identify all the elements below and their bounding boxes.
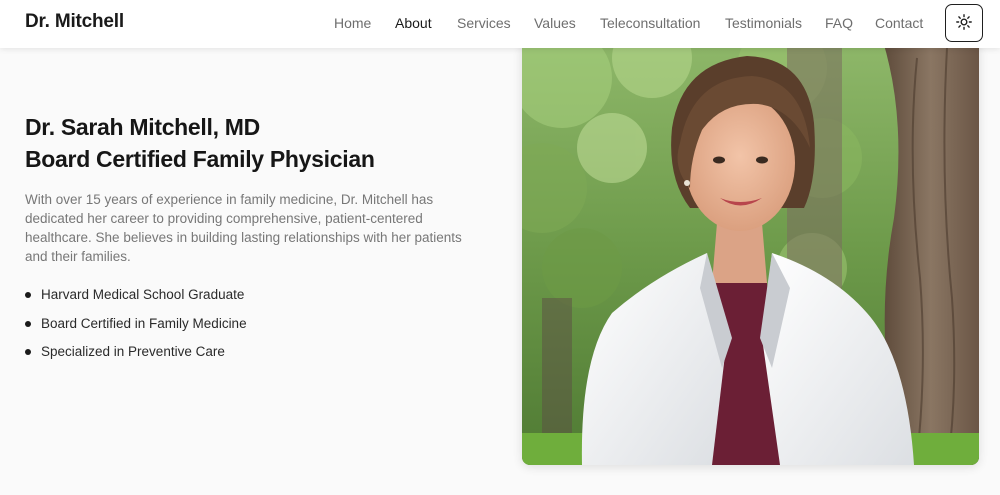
doctor-portrait-image xyxy=(522,38,979,465)
title-name: Dr. Sarah Mitchell, MD xyxy=(25,114,260,140)
theme-toggle-button[interactable] xyxy=(945,4,983,42)
page: Dr. Mitchell Home About Services Values … xyxy=(0,0,1000,495)
nav-faq[interactable]: FAQ xyxy=(825,15,853,31)
page-title: Dr. Sarah Mitchell, MD Board Certified F… xyxy=(25,111,495,175)
nav-teleconsultation[interactable]: Teleconsultation xyxy=(600,15,700,31)
nav-values[interactable]: Values xyxy=(534,15,576,31)
nav-testimonials[interactable]: Testimonials xyxy=(725,15,802,31)
sun-icon xyxy=(956,13,972,33)
nav-home[interactable]: Home xyxy=(334,15,371,31)
brand-logo[interactable]: Dr. Mitchell xyxy=(25,11,124,33)
nav-contact[interactable]: Contact xyxy=(875,15,923,31)
credentials-list: Harvard Medical School Graduate Board Ce… xyxy=(25,286,247,372)
navbar: Dr. Mitchell Home About Services Values … xyxy=(0,0,1000,48)
nav-about[interactable]: About xyxy=(395,15,432,31)
title-specialty: Board Certified Family Physician xyxy=(25,146,375,172)
nav-services[interactable]: Services xyxy=(457,15,511,31)
credential-item: Board Certified in Family Medicine xyxy=(25,315,247,344)
credential-item: Specialized in Preventive Care xyxy=(25,343,247,372)
credential-item: Harvard Medical School Graduate xyxy=(25,286,247,315)
bio-description: With over 15 years of experience in fami… xyxy=(25,192,462,264)
